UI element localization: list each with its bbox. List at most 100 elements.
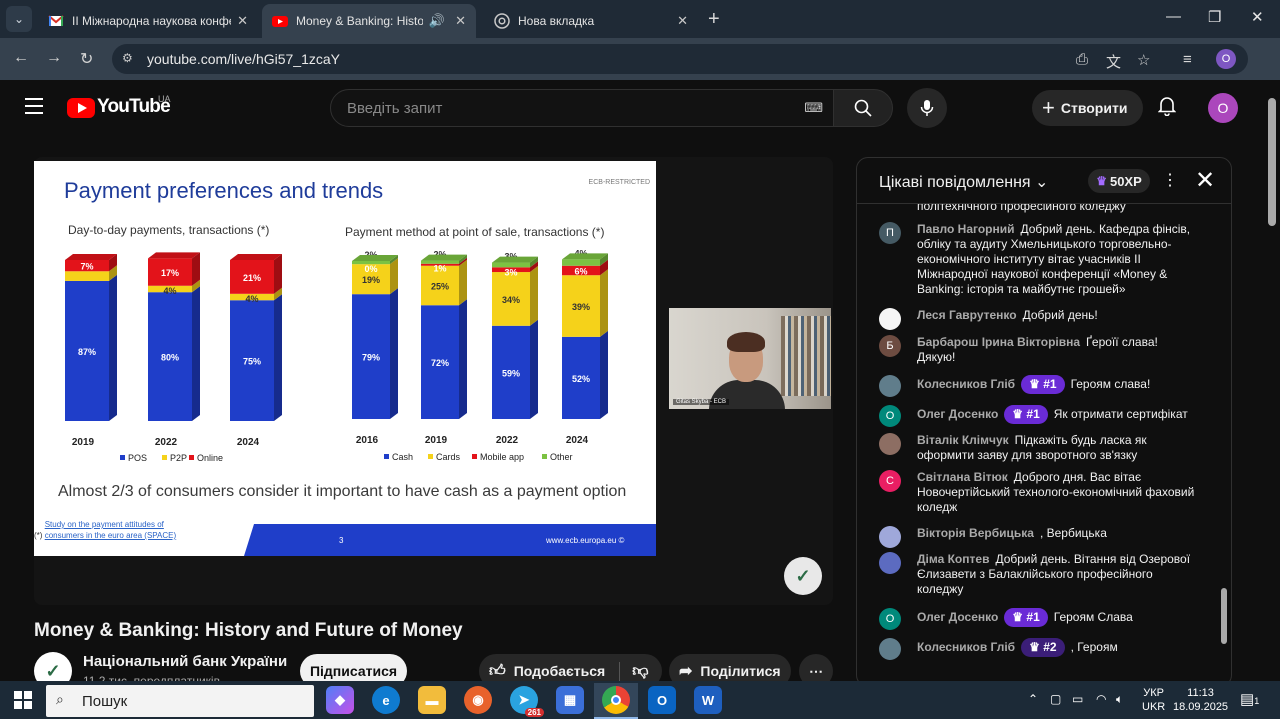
author-avatar[interactable]: O	[879, 405, 901, 427]
channel-watermark-icon[interactable]: ✓	[784, 557, 822, 595]
message-author[interactable]: Вікторія Вербицька	[917, 526, 1034, 540]
data-label: 25%	[431, 281, 449, 291]
browser-profile-avatar[interactable]: O	[1216, 49, 1236, 69]
install-app-icon[interactable]: ⎙	[1076, 51, 1088, 68]
forward-icon[interactable]: →	[46, 49, 62, 67]
reload-icon[interactable]: ↻	[80, 49, 93, 69]
media-queue-icon[interactable]: ≡	[1183, 51, 1192, 68]
wifi-icon[interactable]: ◠	[1096, 692, 1106, 706]
tab-youtube[interactable]: Money & Banking: History a 🔊 ✕	[262, 4, 476, 38]
bar-segment	[352, 261, 390, 265]
tab-gmail[interactable]: II Міжнародна наукова конфе ✕	[38, 4, 258, 38]
language-indicator[interactable]: УКР UKR	[1142, 686, 1165, 714]
create-button[interactable]: + Створити	[1032, 90, 1143, 126]
tab-new[interactable]: Нова вкладка ✕	[484, 4, 698, 38]
site-info-icon[interactable]: ⚙	[122, 51, 133, 65]
tab-search-button[interactable]: ⌄	[6, 6, 32, 32]
author-avatar[interactable]: С	[879, 470, 901, 492]
microsoft-store-icon[interactable]: ▦	[556, 686, 584, 714]
author-avatar[interactable]	[879, 308, 901, 330]
close-tab-icon[interactable]: ✕	[455, 13, 466, 29]
legend-label: POS	[128, 453, 147, 463]
thumbs-down-icon[interactable]: 👎︎	[619, 661, 648, 681]
message-author[interactable]: Олег Досенко	[917, 407, 998, 421]
translate-icon[interactable]: 文	[1106, 51, 1121, 72]
message-author[interactable]: Павло Нагорний	[917, 222, 1015, 236]
author-avatar[interactable]	[879, 526, 901, 548]
telegram-badge: 261	[524, 708, 544, 717]
xp-badge[interactable]: ♛ 50XP	[1088, 169, 1150, 193]
message-body: , Героям	[1070, 640, 1118, 654]
chat-message: Леся Гаврутенко Добрий день!	[879, 308, 1199, 330]
restore-icon[interactable]: ❐	[1208, 8, 1221, 26]
battery-icon[interactable]: ▭	[1072, 692, 1083, 706]
youtube-logo-icon[interactable]	[67, 98, 95, 118]
keyboard-icon[interactable]: ⌨	[804, 100, 823, 116]
author-avatar[interactable]	[879, 433, 901, 455]
chat-message: Колесников Гліб ♛ #2 , Героям	[879, 638, 1199, 660]
message-author[interactable]: Світлана Вітюк	[917, 470, 1008, 484]
author-avatar[interactable]: Б	[879, 335, 901, 357]
author-avatar[interactable]: П	[879, 222, 901, 244]
badge-text: #1	[1026, 407, 1040, 421]
notification-count: 1	[1254, 696, 1260, 706]
chat-mode-dropdown[interactable]: Цікаві повідомлення ⌄	[879, 172, 1048, 192]
message-author[interactable]: Віталік Клімчук	[917, 433, 1009, 447]
file-explorer-icon[interactable]: ▬	[418, 686, 446, 714]
speaker-icon[interactable]: 🔊	[429, 13, 445, 29]
voice-search-button[interactable]	[907, 88, 947, 128]
message-text: Павло Нагорний Добрий день. Кафедра фінсі…	[917, 222, 1199, 297]
message-author[interactable]: Колесников Гліб	[917, 377, 1015, 391]
message-author[interactable]: Діма Коптев	[917, 552, 989, 566]
author-avatar[interactable]	[879, 638, 901, 660]
system-clock[interactable]: 11:13 18.09.2025	[1173, 686, 1228, 714]
tick-label: 2019	[72, 437, 95, 448]
author-avatar[interactable]	[879, 552, 901, 574]
bookmark-star-icon[interactable]: ☆	[1137, 51, 1150, 69]
windows-start-icon[interactable]	[14, 691, 32, 709]
close-chat-icon[interactable]: ✕	[1195, 166, 1215, 195]
data-label: 1%	[433, 264, 446, 274]
back-icon[interactable]: ←	[13, 49, 29, 67]
like-label[interactable]: Подобається	[514, 663, 605, 679]
data-label: 59%	[502, 368, 520, 378]
telegram-icon[interactable]: ➤ 261	[510, 686, 544, 717]
chat-more-icon[interactable]: ⋮	[1162, 170, 1178, 190]
close-tab-icon[interactable]: ✕	[677, 13, 688, 29]
firefox-icon[interactable]: ◉	[464, 686, 492, 714]
menu-icon[interactable]	[25, 98, 43, 119]
new-tab-icon[interactable]: +	[708, 8, 720, 31]
edge-icon[interactable]: e	[372, 686, 400, 714]
volume-icon[interactable]: 🔈︎	[1116, 692, 1123, 707]
search-button[interactable]	[833, 89, 893, 127]
thumbs-up-icon[interactable]: 👍︎	[489, 662, 506, 681]
minimize-icon[interactable]: —	[1166, 8, 1181, 25]
search-input[interactable]: Введіть запит ⌨	[330, 89, 834, 127]
account-avatar[interactable]: O	[1208, 93, 1238, 123]
message-author[interactable]: Леся Гаврутенко	[917, 308, 1017, 322]
outlook-icon[interactable]: O	[648, 686, 676, 714]
meet-now-icon[interactable]: ▢	[1050, 692, 1061, 706]
message-author[interactable]: Колесников Гліб	[917, 640, 1015, 654]
create-label: Створити	[1060, 100, 1128, 116]
message-author[interactable]: Олег Досенко	[917, 610, 998, 624]
channel-name[interactable]: Національний банк України	[83, 653, 287, 670]
share-label: Поділитися	[700, 663, 781, 679]
taskbar-search[interactable]: ⌕ Пошук	[46, 685, 314, 717]
notifications-bell-icon[interactable]	[1157, 96, 1177, 121]
show-hidden-icons[interactable]: ⌃	[1028, 692, 1038, 706]
search-placeholder: Введіть запит	[347, 100, 443, 117]
chat-scrollbar[interactable]	[1221, 588, 1227, 644]
author-avatar[interactable]	[879, 375, 901, 397]
chrome-taskbar-icon[interactable]	[602, 686, 630, 714]
url-text: youtube.com/live/hGi57_1zcaY	[147, 51, 340, 67]
author-avatar[interactable]: O	[879, 608, 901, 630]
copilot-icon[interactable]: ◆	[326, 686, 354, 714]
close-window-icon[interactable]: ✕	[1251, 8, 1264, 26]
notification-center-icon[interactable]: ▤1	[1240, 690, 1259, 708]
word-icon[interactable]: W	[694, 686, 722, 714]
close-tab-icon[interactable]: ✕	[237, 13, 248, 29]
message-author[interactable]: Барбарош Ірина Вікторівна	[917, 335, 1080, 349]
page-scrollbar[interactable]	[1268, 98, 1276, 226]
mic-icon	[920, 100, 934, 116]
